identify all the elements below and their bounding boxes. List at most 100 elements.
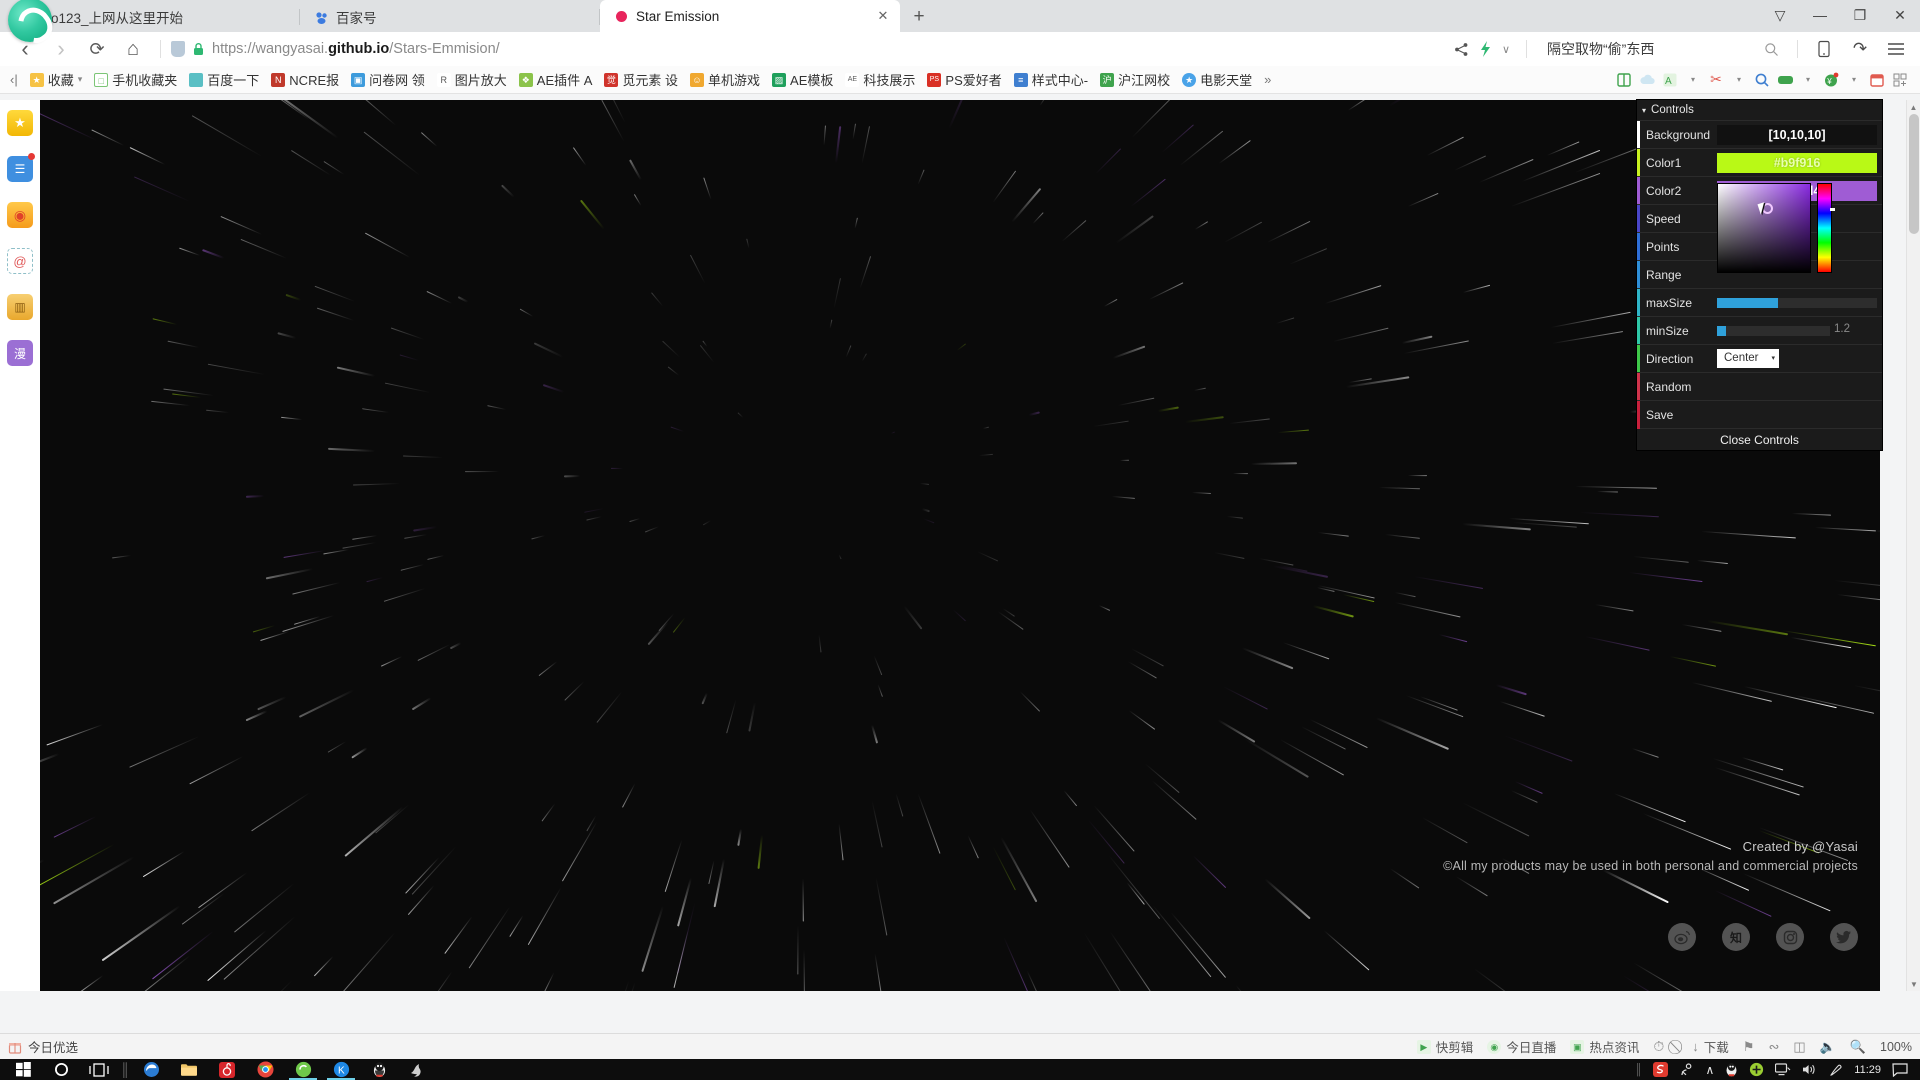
chrome-browser-icon[interactable] xyxy=(246,1059,284,1080)
control-value-wrap[interactable]: 1.2 xyxy=(1717,321,1850,341)
bookmark-item[interactable]: 沪沪江网校 xyxy=(1094,68,1176,91)
hamburger-menu-icon[interactable] xyxy=(1880,34,1912,64)
zhihu-social-icon[interactable]: 知 xyxy=(1722,923,1750,951)
address-bar[interactable]: https://wangyasai.github.io/Stars-Emmisi… xyxy=(171,35,1452,63)
live-today-item[interactable]: ◉ 今日直播 xyxy=(1487,1037,1556,1056)
maximize-button[interactable]: ❐ xyxy=(1840,0,1880,30)
control-row-background[interactable]: Background [10,10,10] xyxy=(1637,120,1882,149)
scroll-down-arrow[interactable]: ▼ xyxy=(1907,977,1920,991)
apps-grid-icon[interactable] xyxy=(1890,70,1910,90)
color-picker-popup[interactable] xyxy=(1717,183,1835,273)
bookmark-item[interactable]: N NCRE报 xyxy=(265,68,345,91)
scrollbar-thumb[interactable] xyxy=(1909,114,1919,234)
control-value-wrap[interactable]: #b9f916 xyxy=(1717,152,1877,173)
lightning-icon[interactable] xyxy=(1479,41,1492,57)
twitter-social-icon[interactable] xyxy=(1830,923,1858,951)
bookmark-item[interactable]: ★ 收藏 ▾ xyxy=(24,68,89,91)
direction-select[interactable]: Center ▾ xyxy=(1717,348,1779,368)
split-screen-icon[interactable]: ◫ xyxy=(1793,1039,1805,1055)
file-explorer-icon[interactable] xyxy=(170,1059,208,1080)
control-value-wrap[interactable]: Center ▾ xyxy=(1717,348,1877,369)
chevron-down-icon[interactable]: ▾ xyxy=(1729,70,1749,90)
network-icon[interactable] xyxy=(1775,1063,1791,1076)
color1-swatch[interactable]: #b9f916 xyxy=(1717,152,1877,173)
sidebar-item-bookshelf[interactable]: ▥ xyxy=(0,284,40,330)
bookmark-item[interactable]: AE 科技展示 xyxy=(839,68,921,91)
instagram-social-icon[interactable] xyxy=(1776,923,1804,951)
undo-icon[interactable]: ↷ xyxy=(1844,34,1876,64)
sidebar-item-news[interactable]: ☰ xyxy=(0,146,40,192)
show-hidden-icons-button[interactable]: ∧ xyxy=(1705,1063,1714,1077)
game-icon[interactable] xyxy=(1775,70,1795,90)
mouse-gesture-icon[interactable]: ∾ xyxy=(1768,1039,1779,1055)
search-icon[interactable] xyxy=(1764,42,1779,57)
security-guard-icon[interactable] xyxy=(1749,1062,1764,1077)
qq-penguin-icon[interactable] xyxy=(360,1059,398,1080)
taskbar-clock[interactable]: 11:29 xyxy=(1854,1064,1881,1076)
share-people-icon[interactable] xyxy=(1679,1062,1694,1077)
hue-slider[interactable] xyxy=(1817,183,1835,273)
chevron-down-icon[interactable]: ▾ xyxy=(1844,70,1864,90)
controls-panel-header[interactable]: ▾ Controls xyxy=(1637,100,1882,120)
start-button[interactable] xyxy=(4,1059,42,1080)
chevron-down-icon[interactable]: ▾ xyxy=(78,74,83,85)
sidebar-item-mail[interactable]: @ xyxy=(0,238,40,284)
edge-browser-icon[interactable] xyxy=(132,1059,170,1080)
volume-tray-icon[interactable] xyxy=(1802,1063,1818,1076)
control-row-direction[interactable]: Direction Center ▾ xyxy=(1637,344,1882,373)
bookmark-item[interactable]: R 图片放大 xyxy=(431,68,513,91)
star-emission-canvas[interactable]: Created by @Yasai ©All my products may b… xyxy=(40,100,1880,991)
home-button[interactable]: ⌂ xyxy=(116,34,150,64)
bookmark-item[interactable]: 百度一下 xyxy=(183,68,265,91)
pen-tray-icon[interactable] xyxy=(1829,1063,1843,1077)
netease-music-icon[interactable] xyxy=(208,1059,246,1080)
zoom-icon[interactable]: 🔍 xyxy=(1850,1039,1866,1055)
scroll-up-arrow[interactable]: ▲ xyxy=(1907,100,1920,114)
skin-button[interactable]: ▽ xyxy=(1760,0,1800,30)
tab-close-icon[interactable]: ✕ xyxy=(876,8,890,24)
today-selection-label[interactable]: 今日优选 xyxy=(28,1037,78,1056)
tab-star-emission[interactable]: Star Emission ✕ xyxy=(600,0,900,32)
bookmark-item[interactable]: ≡ 样式中心- xyxy=(1008,68,1094,91)
background-value[interactable]: [10,10,10] xyxy=(1717,124,1877,145)
chevron-down-icon[interactable]: ∨ xyxy=(1502,43,1510,56)
minimize-button[interactable]: — xyxy=(1800,0,1840,30)
bookmark-item[interactable]: □ 手机收藏夹 xyxy=(88,68,183,91)
360-browser-icon[interactable] xyxy=(284,1059,322,1080)
control-row-minsize[interactable]: minSize 1.2 xyxy=(1637,316,1882,345)
calendar-icon[interactable] xyxy=(1867,70,1887,90)
control-value-wrap[interactable] xyxy=(1717,405,1877,425)
chevron-down-icon[interactable]: ▾ xyxy=(1683,70,1703,90)
quick-edit-item[interactable]: ▶ 快剪辑 xyxy=(1416,1037,1473,1056)
sidebar-item-comic[interactable]: 漫 xyxy=(0,330,40,376)
bookmark-item[interactable]: 觉觅元素 设 xyxy=(598,68,684,91)
chevron-down-icon[interactable]: ▾ xyxy=(1642,106,1646,115)
control-row-color1[interactable]: Color1 #b9f916 xyxy=(1637,148,1882,177)
sidebar-item-weibo[interactable]: ◉ xyxy=(0,192,40,238)
new-tab-button[interactable]: + xyxy=(906,4,932,30)
control-row-random[interactable]: Random xyxy=(1637,372,1882,401)
sidebar-item-favorites[interactable]: ★ xyxy=(0,100,40,146)
cloud-icon[interactable] xyxy=(1637,70,1657,90)
flag-icon[interactable]: ⚑ xyxy=(1743,1039,1755,1055)
reload-button[interactable]: ⟳ xyxy=(80,34,114,64)
maxsize-slider[interactable] xyxy=(1717,297,1877,308)
task-view-icon[interactable] xyxy=(80,1059,118,1080)
bookmark-item[interactable]: ★ 电影天堂 xyxy=(1176,68,1258,91)
bird-app-icon[interactable] xyxy=(398,1059,436,1080)
download-item[interactable]: ↓ 下载 xyxy=(1692,1037,1729,1056)
control-value-wrap[interactable] xyxy=(1717,377,1877,397)
control-row-save[interactable]: Save xyxy=(1637,400,1882,429)
qq-tray-icon[interactable] xyxy=(1725,1062,1738,1077)
search-input[interactable]: 隔空取物“偷”东西 xyxy=(1547,39,1654,59)
share-icon[interactable] xyxy=(1454,42,1469,57)
cortana-search-icon[interactable] xyxy=(42,1059,80,1080)
mobile-icon[interactable] xyxy=(1808,34,1840,64)
bookmark-item[interactable]: ▣ 问卷网 领 xyxy=(345,68,431,91)
status-left[interactable]: 今日优选 xyxy=(8,1037,78,1056)
minsize-slider[interactable]: 1.2 xyxy=(1717,323,1850,336)
bookmark-item[interactable]: PS PS爱好者 xyxy=(921,68,1007,91)
close-controls-button[interactable]: Close Controls xyxy=(1637,428,1882,450)
search-box[interactable]: 隔空取物“偷”东西 xyxy=(1537,35,1787,63)
notification-icon[interactable] xyxy=(1892,1062,1908,1077)
